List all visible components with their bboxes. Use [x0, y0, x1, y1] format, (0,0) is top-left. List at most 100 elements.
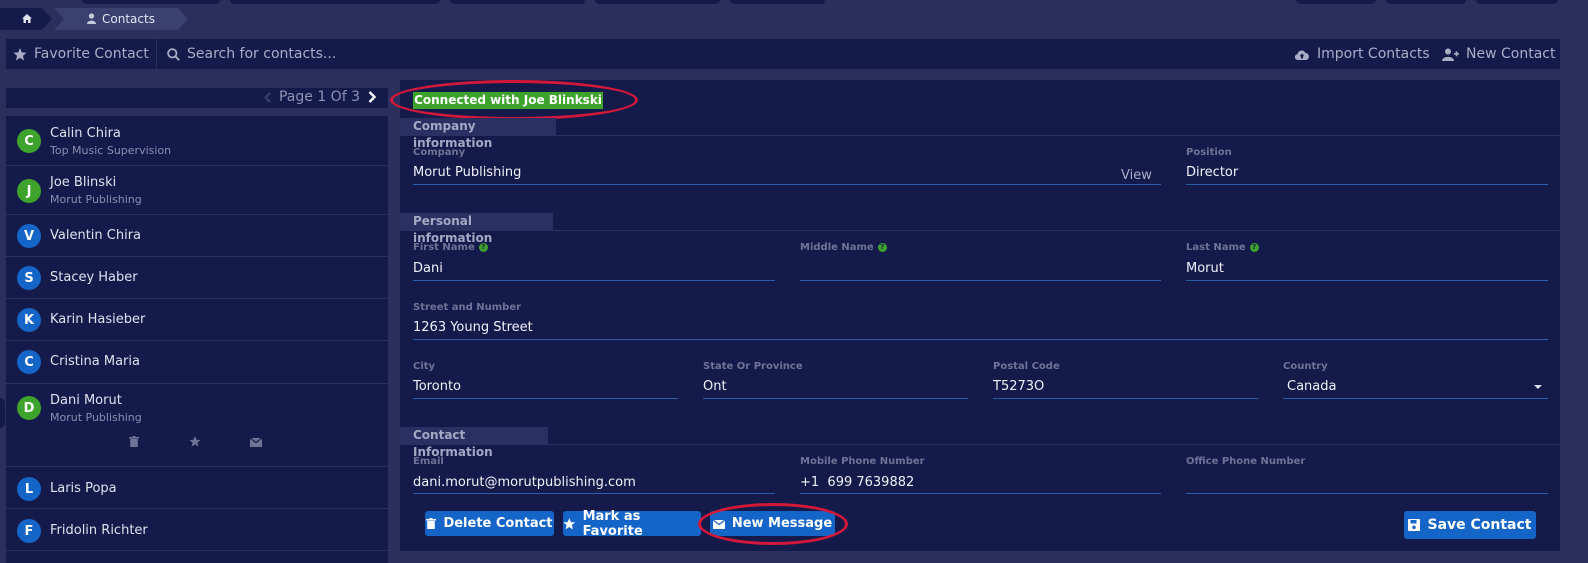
search-placeholder: Search for contacts... — [187, 46, 337, 62]
contact-actions — [126, 432, 276, 448]
middle-name-label-text: Middle Name — [800, 242, 874, 253]
home-icon — [22, 14, 32, 23]
section-personal-information: Personal information — [400, 213, 553, 245]
help-icon[interactable]: ? — [1249, 243, 1259, 252]
contact-list-item[interactable]: J Joe Blinski Morut Publishing — [6, 166, 388, 215]
contact-name: Fridolin Richter — [50, 523, 148, 538]
save-contact-label: Save Contact — [1427, 517, 1532, 533]
chevron-right-icon[interactable] — [368, 91, 376, 103]
contact-name: Karin Hasieber — [50, 312, 146, 327]
star-icon — [13, 47, 27, 60]
chevron-left-icon[interactable] — [264, 91, 271, 103]
top-tab[interactable] — [1476, 0, 1558, 4]
contact-list-item[interactable]: C Cristina Maria — [6, 341, 388, 384]
cloud-upload-icon — [1294, 50, 1309, 60]
envelope-icon[interactable] — [249, 432, 263, 451]
top-tab[interactable] — [230, 0, 440, 4]
star-icon[interactable] — [189, 432, 201, 451]
add-user-icon — [1442, 48, 1459, 61]
country-underline — [1283, 398, 1548, 399]
help-icon[interactable]: ? — [877, 243, 887, 252]
street-field[interactable]: 1263 Young Street — [413, 320, 533, 335]
help-icon[interactable]: ? — [478, 243, 488, 252]
contact-name: Joe Blinski — [50, 175, 117, 190]
contact-list-item[interactable]: S Stacey Haber — [6, 257, 388, 299]
mark-favorite-button[interactable]: Mark as Favorite — [563, 508, 701, 539]
user-icon — [87, 13, 96, 24]
star-icon — [563, 517, 576, 529]
contact-company: Morut Publishing — [50, 193, 142, 206]
new-contact-label: New Contact — [1466, 46, 1556, 62]
contact-name: Stacey Haber — [50, 270, 138, 285]
search-input[interactable]: Search for contacts... — [167, 39, 336, 69]
section-divider — [400, 444, 1560, 445]
last-name-label-text: Last Name — [1186, 242, 1246, 253]
avatar: C — [17, 129, 41, 153]
mobile-phone-field[interactable]: +1 699 7639882 — [800, 475, 914, 490]
last-name-field[interactable]: Morut — [1186, 261, 1224, 276]
contact-list-item[interactable]: C Calin Chira Top Music Supervision — [6, 116, 388, 166]
trash-icon[interactable] — [129, 432, 139, 451]
delete-contact-button[interactable]: Delete Contact — [425, 511, 554, 536]
favorite-contact-button[interactable]: Favorite Contact — [13, 39, 149, 69]
company-field[interactable]: Morut Publishing — [413, 165, 521, 180]
first-name-field[interactable]: Dani — [413, 261, 443, 276]
contact-list-item[interactable]: L Laris Popa — [6, 467, 388, 509]
contact-company: Morut Publishing — [50, 411, 142, 424]
page-indicator: Page 1 Of 3 — [278, 89, 360, 105]
mark-favorite-label: Mark as Favorite — [582, 508, 643, 539]
contact-list-item[interactable]: F Fridolin Richter — [6, 509, 388, 551]
breadcrumb-home[interactable] — [0, 8, 52, 30]
sidebar-collapse-handle[interactable] — [0, 398, 5, 428]
contact-name: Dani Morut — [50, 393, 122, 408]
top-tab[interactable] — [450, 0, 585, 4]
last-name-underline — [1186, 280, 1548, 281]
avatar: V — [17, 224, 41, 248]
street-underline — [413, 339, 1548, 340]
first-name-underline — [413, 280, 775, 281]
contact-list-item-selected[interactable]: D Dani Morut Morut Publishing — [6, 384, 388, 467]
top-tab[interactable] — [730, 0, 825, 4]
state-field[interactable]: Ont — [703, 379, 727, 394]
contact-list-item[interactable]: K Karin Hasieber — [6, 299, 388, 341]
avatar: S — [17, 266, 41, 290]
city-field[interactable]: Toronto — [413, 379, 461, 394]
city-underline — [413, 398, 678, 399]
company-underline — [413, 184, 1161, 185]
mobile-phone-label: Mobile Phone Number — [800, 456, 925, 467]
middle-name-underline — [800, 280, 1161, 281]
breadcrumb-contacts[interactable]: Contacts — [54, 8, 188, 30]
highlight-ring — [698, 503, 848, 545]
dropdown-caret-icon[interactable] — [1534, 385, 1542, 389]
top-tab[interactable] — [1296, 0, 1376, 4]
company-label: Company — [413, 147, 466, 158]
middle-name-label: Middle Name? — [800, 242, 887, 253]
save-contact-button[interactable]: Save Contact — [1404, 511, 1536, 539]
contact-list-item[interactable]: V Valentin Chira — [6, 215, 388, 257]
mobile-phone-underline — [800, 493, 1161, 494]
email-field[interactable]: dani.morut@morutpublishing.com — [413, 475, 636, 490]
section-contact-information: Contact Information — [400, 427, 548, 459]
import-contacts-button[interactable]: Import Contacts — [1294, 39, 1430, 69]
position-underline — [1186, 184, 1548, 185]
position-field[interactable]: Director — [1186, 165, 1238, 180]
top-tab[interactable] — [82, 0, 220, 4]
top-tab[interactable] — [595, 0, 720, 4]
view-company-link[interactable]: View — [1121, 168, 1152, 183]
contact-name: Cristina Maria — [50, 354, 140, 369]
top-tab[interactable] — [1386, 0, 1466, 4]
postal-code-field[interactable]: T5273O — [993, 379, 1044, 394]
search-icon — [167, 47, 180, 61]
street-label: Street and Number — [413, 302, 522, 313]
first-name-label: First Name? — [413, 242, 488, 253]
avatar: F — [17, 519, 41, 543]
avatar: J — [17, 179, 41, 203]
section-company-information: Company information — [400, 118, 556, 150]
new-contact-button[interactable]: New Contact — [1442, 39, 1555, 69]
email-label: Email — [413, 456, 444, 467]
section-divider — [400, 135, 1560, 136]
country-select[interactable]: Canada — [1287, 379, 1336, 394]
office-phone-underline — [1186, 493, 1548, 494]
top-navigation: Contacts — [0, 0, 1588, 34]
state-label: State Or Province — [703, 361, 803, 372]
